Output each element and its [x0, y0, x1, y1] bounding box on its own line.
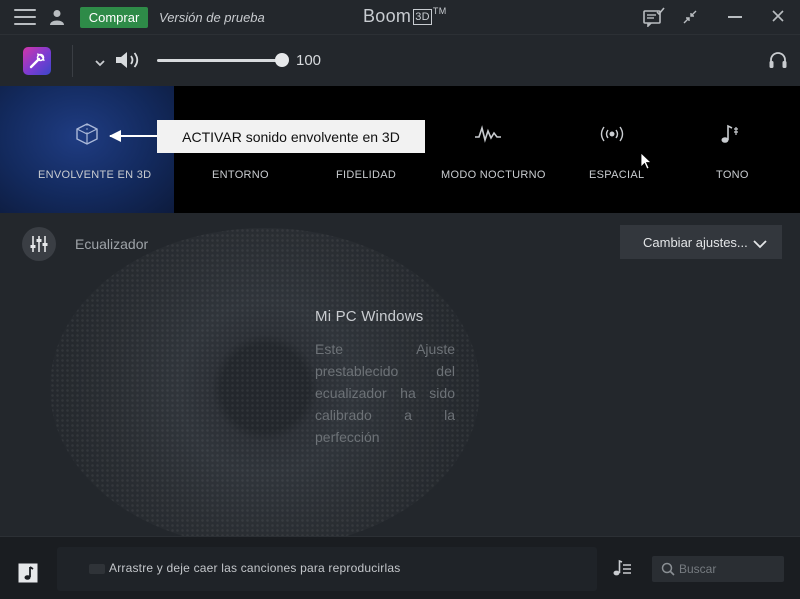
effect-night-mode[interactable]: MODO NOCTURNO	[426, 86, 550, 213]
shrink-icon[interactable]	[682, 9, 698, 25]
volume-slider-thumb[interactable]	[275, 53, 289, 67]
title-bar: Comprar Versión de prueba Boom 3D TM	[0, 0, 800, 34]
annotation-arrow-head	[109, 130, 121, 142]
effect-label: ENTORNO	[212, 169, 269, 181]
equalizer-icon[interactable]	[22, 227, 56, 261]
boom-logo-icon[interactable]	[23, 47, 51, 75]
change-preset-button[interactable]: Cambiar ajustes...	[620, 225, 782, 259]
player-bar: Arrastre y deje caer las canciones para …	[0, 536, 800, 599]
volume-bar: 100	[0, 34, 800, 86]
chevron-down-icon	[753, 237, 767, 249]
minimize-icon[interactable]	[728, 16, 742, 18]
app-name: Boom	[363, 6, 412, 26]
buy-button[interactable]: Comprar	[80, 7, 148, 28]
effect-label: MODO NOCTURNO	[441, 169, 546, 181]
preset-title: Mi PC Windows	[315, 308, 424, 325]
effect-label: ENVOLVENTE EN 3D	[38, 169, 152, 181]
preset-description: Este Ajuste prestablecido del ecualizado…	[315, 341, 455, 445]
effect-spatial[interactable]: ESPACIAL	[550, 86, 674, 213]
search-input[interactable]	[679, 559, 779, 579]
effect-tone[interactable]: TONO	[674, 86, 800, 213]
search-box	[652, 556, 784, 582]
mouse-cursor-icon	[640, 152, 653, 170]
user-icon[interactable]	[50, 9, 64, 25]
song-dropzone[interactable]: Arrastre y deje caer las canciones para …	[57, 547, 597, 591]
trademark: TM	[432, 6, 447, 16]
effect-label: FIDELIDAD	[336, 169, 397, 181]
music-file-icon[interactable]	[18, 563, 38, 583]
playlist-icon[interactable]	[612, 559, 632, 577]
app-3d-badge: 3D	[413, 9, 432, 25]
notification-icon[interactable]	[643, 7, 665, 28]
annotation-tooltip: ACTIVAR sonido envolvente en 3D	[157, 120, 425, 153]
effect-label: TONO	[716, 169, 749, 181]
equalizer-label: Ecualizador	[75, 236, 149, 252]
spatial-icon	[597, 122, 627, 146]
effect-3d-surround[interactable]: ENVOLVENTE EN 3D	[0, 86, 174, 213]
headphones-icon[interactable]	[768, 51, 788, 69]
search-icon	[661, 562, 675, 576]
divider	[72, 45, 73, 77]
app-title: Boom 3D TM	[363, 6, 447, 27]
volume-slider-track[interactable]	[157, 59, 284, 62]
speaker-icon[interactable]	[115, 50, 143, 70]
hamburger-menu-icon[interactable]	[14, 9, 36, 25]
music-note-icon	[716, 122, 746, 146]
close-icon[interactable]	[771, 9, 785, 23]
dropzone-text: Arrastre y deje caer las canciones para …	[109, 561, 401, 575]
effect-label: ESPACIAL	[589, 169, 645, 181]
trial-version-label: Versión de prueba	[159, 10, 265, 25]
dropzone-marker	[89, 564, 105, 574]
equalizer-panel: Ecualizador Cambiar ajustes... Mi PC Win…	[0, 213, 800, 536]
cube-icon	[72, 122, 102, 146]
change-preset-label: Cambiar ajustes...	[643, 234, 748, 250]
waveform-icon	[473, 122, 503, 146]
volume-value: 100	[296, 52, 322, 69]
chevron-down-icon[interactable]	[95, 55, 105, 67]
